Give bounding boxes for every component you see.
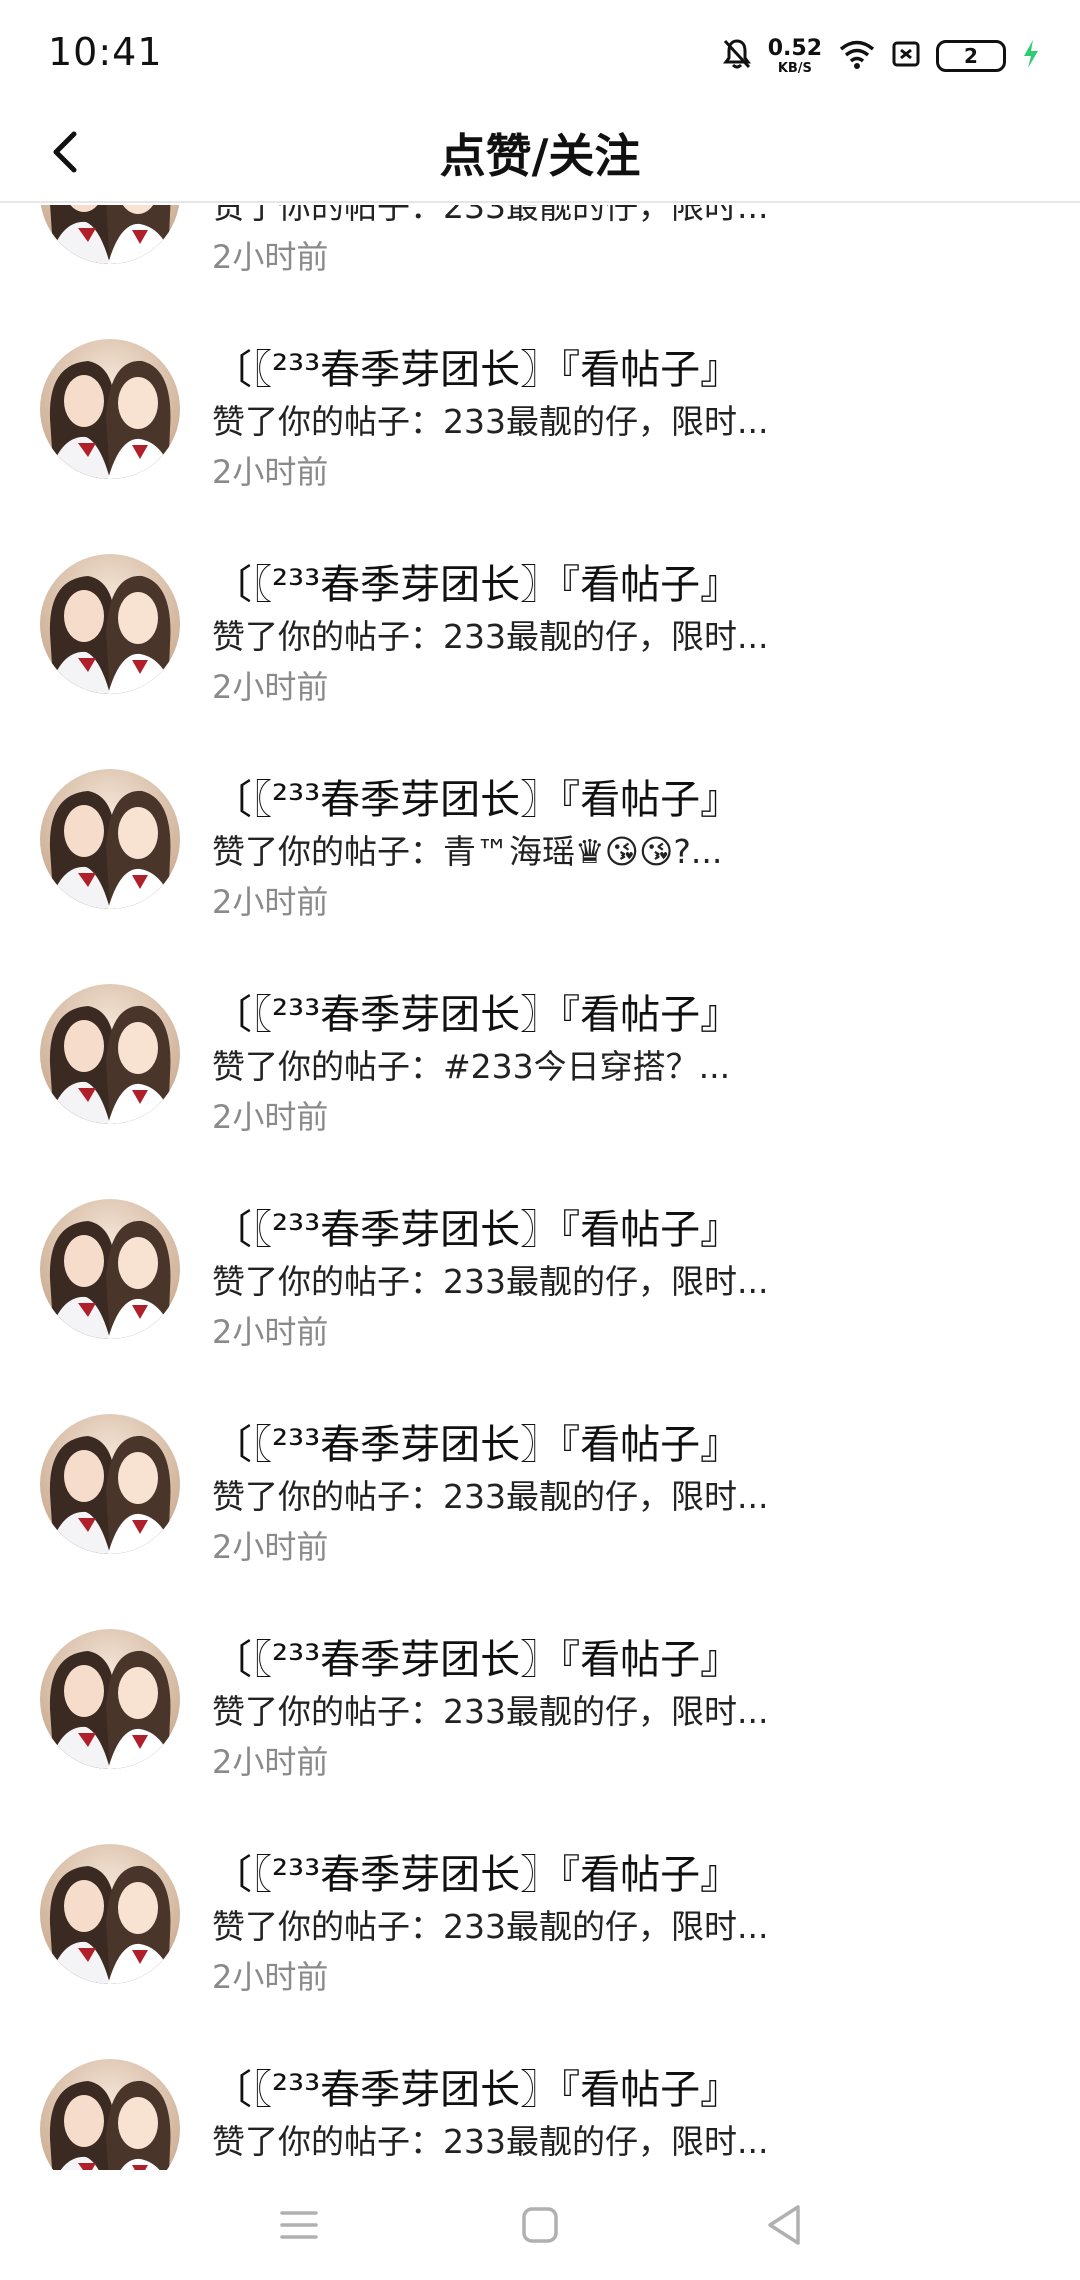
battery-icon: 2	[936, 40, 1006, 72]
user-name[interactable]: 〔〖²³³春季芽团长〗『看帖子』	[212, 337, 740, 395]
avatar[interactable]	[40, 2059, 180, 2170]
status-time: 10:41	[48, 30, 163, 74]
timestamp: 2小时前	[212, 1313, 329, 1351]
net-speed-unit: KB/S	[777, 60, 812, 76]
system-nav-bar	[0, 2170, 1080, 2280]
notification-text: 赞了你的帖子：233最靓的仔，限时...	[212, 617, 769, 656]
page-title: 点赞/关注	[439, 129, 641, 183]
charging-bolt-icon	[1022, 39, 1040, 73]
user-name[interactable]: 〔〖²³³春季芽团长〗『看帖子』	[212, 2057, 740, 2115]
status-icons: 0.52 KB/S 2	[722, 34, 1040, 78]
avatar[interactable]	[40, 1414, 180, 1554]
list-item[interactable]: 〔〖²³³春季芽团长〗『看帖子』赞了你的帖子：#233今日穿搭？... 2小时前	[0, 952, 1080, 1167]
list-item[interactable]: 〔〖²³³春季芽团长〗『看帖子』赞了你的帖子：233最靓的仔，限时... 2小时前	[0, 1812, 1080, 2027]
timestamp: 2小时前	[212, 453, 329, 491]
notification-text: 赞了你的帖子：233最靓的仔，限时...	[212, 1907, 769, 1946]
notification-list[interactable]: 〔〖²³³春季芽团长〗『看帖子』赞了你的帖子：233最靓的仔，限时...2小时前…	[0, 205, 1080, 2170]
user-name[interactable]: 〔〖²³³春季芽团长〗『看帖子』	[212, 982, 740, 1040]
status-bar: 10:41 0.52 KB/S 2	[0, 0, 1080, 110]
avatar[interactable]	[40, 339, 180, 479]
list-item[interactable]: 〔〖²³³春季芽团长〗『看帖子』赞了你的帖子：233最靓的仔，限时... 2小时前	[0, 1597, 1080, 1812]
avatar[interactable]	[40, 1629, 180, 1769]
timestamp: 2小时前	[212, 238, 329, 276]
user-name[interactable]: 〔〖²³³春季芽团长〗『看帖子』	[212, 1627, 740, 1685]
list-item[interactable]: 〔〖²³³春季芽团长〗『看帖子』赞了你的帖子：233最靓的仔，限时... 2小时前	[0, 307, 1080, 522]
notification-text: 赞了你的帖子：233最靓的仔，限时...	[212, 1477, 769, 1516]
avatar[interactable]	[40, 205, 180, 264]
menu-button[interactable]	[272, 2198, 326, 2252]
notification-text: 赞了你的帖子：233最靓的仔，限时...	[212, 2122, 769, 2161]
notification-text: 赞了你的帖子：233最靓的仔，限时...	[212, 205, 769, 226]
notification-text: 赞了你的帖子：青™海瑶♛😘😘?...	[212, 832, 723, 871]
timestamp: 2小时前	[212, 1528, 329, 1566]
user-name[interactable]: 〔〖²³³春季芽团长〗『看帖子』	[212, 1197, 740, 1255]
list-item[interactable]: 〔〖²³³春季芽团长〗『看帖子』赞了你的帖子：233最靓的仔，限时... 2小时前	[0, 1382, 1080, 1597]
user-name[interactable]: 〔〖²³³春季芽团长〗『看帖子』	[212, 1842, 740, 1900]
list-item[interactable]: 〔〖²³³春季芽团长〗『看帖子』赞了你的帖子：青™海瑶♛😘😘?... 2小时前	[0, 737, 1080, 952]
net-speed-value: 0.52	[767, 35, 822, 61]
top-app-bar: 点赞/关注	[0, 110, 1080, 203]
home-icon	[522, 2207, 558, 2243]
home-button[interactable]	[513, 2198, 567, 2252]
avatar[interactable]	[40, 1199, 180, 1339]
list-item[interactable]: 〔〖²³³春季芽团长〗『看帖子』赞了你的帖子：233最靓的仔，限时... 2小时前	[0, 1167, 1080, 1382]
net-speed: 0.52 KB/S	[767, 35, 822, 76]
sim-icon	[892, 41, 920, 71]
user-name[interactable]: 〔〖²³³春季芽团长〗『看帖子』	[212, 767, 740, 825]
back-triangle-icon	[768, 2205, 800, 2245]
list-item[interactable]: 〔〖²³³春季芽团长〗『看帖子』赞了你的帖子：233最靓的仔，限时...2小时前	[0, 205, 1080, 307]
wifi-icon	[838, 39, 876, 73]
avatar[interactable]	[40, 554, 180, 694]
notification-text: 赞了你的帖子：233最靓的仔，限时...	[212, 1692, 769, 1731]
avatar[interactable]	[40, 769, 180, 909]
menu-icon	[280, 2211, 318, 2239]
list-item[interactable]: 〔〖²³³春季芽团长〗『看帖子』赞了你的帖子：233最靓的仔，限时... 2小时前	[0, 522, 1080, 737]
notification-text: 赞了你的帖子：#233今日穿搭？...	[212, 1047, 731, 1086]
user-name[interactable]: 〔〖²³³春季芽团长〗『看帖子』	[212, 552, 740, 610]
timestamp: 2小时前	[212, 883, 329, 921]
timestamp: 2小时前	[212, 1958, 329, 1996]
back-nav-button[interactable]	[758, 2198, 812, 2252]
user-name[interactable]: 〔〖²³³春季芽团长〗『看帖子』	[212, 1412, 740, 1470]
notification-text: 赞了你的帖子：233最靓的仔，限时...	[212, 1262, 769, 1301]
avatar[interactable]	[40, 984, 180, 1124]
bell-muted-icon	[722, 38, 752, 74]
avatar[interactable]	[40, 1844, 180, 1984]
list-item[interactable]: 〔〖²³³春季芽团长〗『看帖子』赞了你的帖子：233最靓的仔，限时...2小时前	[0, 2027, 1080, 2170]
notification-text: 赞了你的帖子：233最靓的仔，限时...	[212, 402, 769, 441]
timestamp: 2小时前	[212, 1098, 329, 1136]
timestamp: 2小时前	[212, 1743, 329, 1781]
timestamp: 2小时前	[212, 668, 329, 706]
